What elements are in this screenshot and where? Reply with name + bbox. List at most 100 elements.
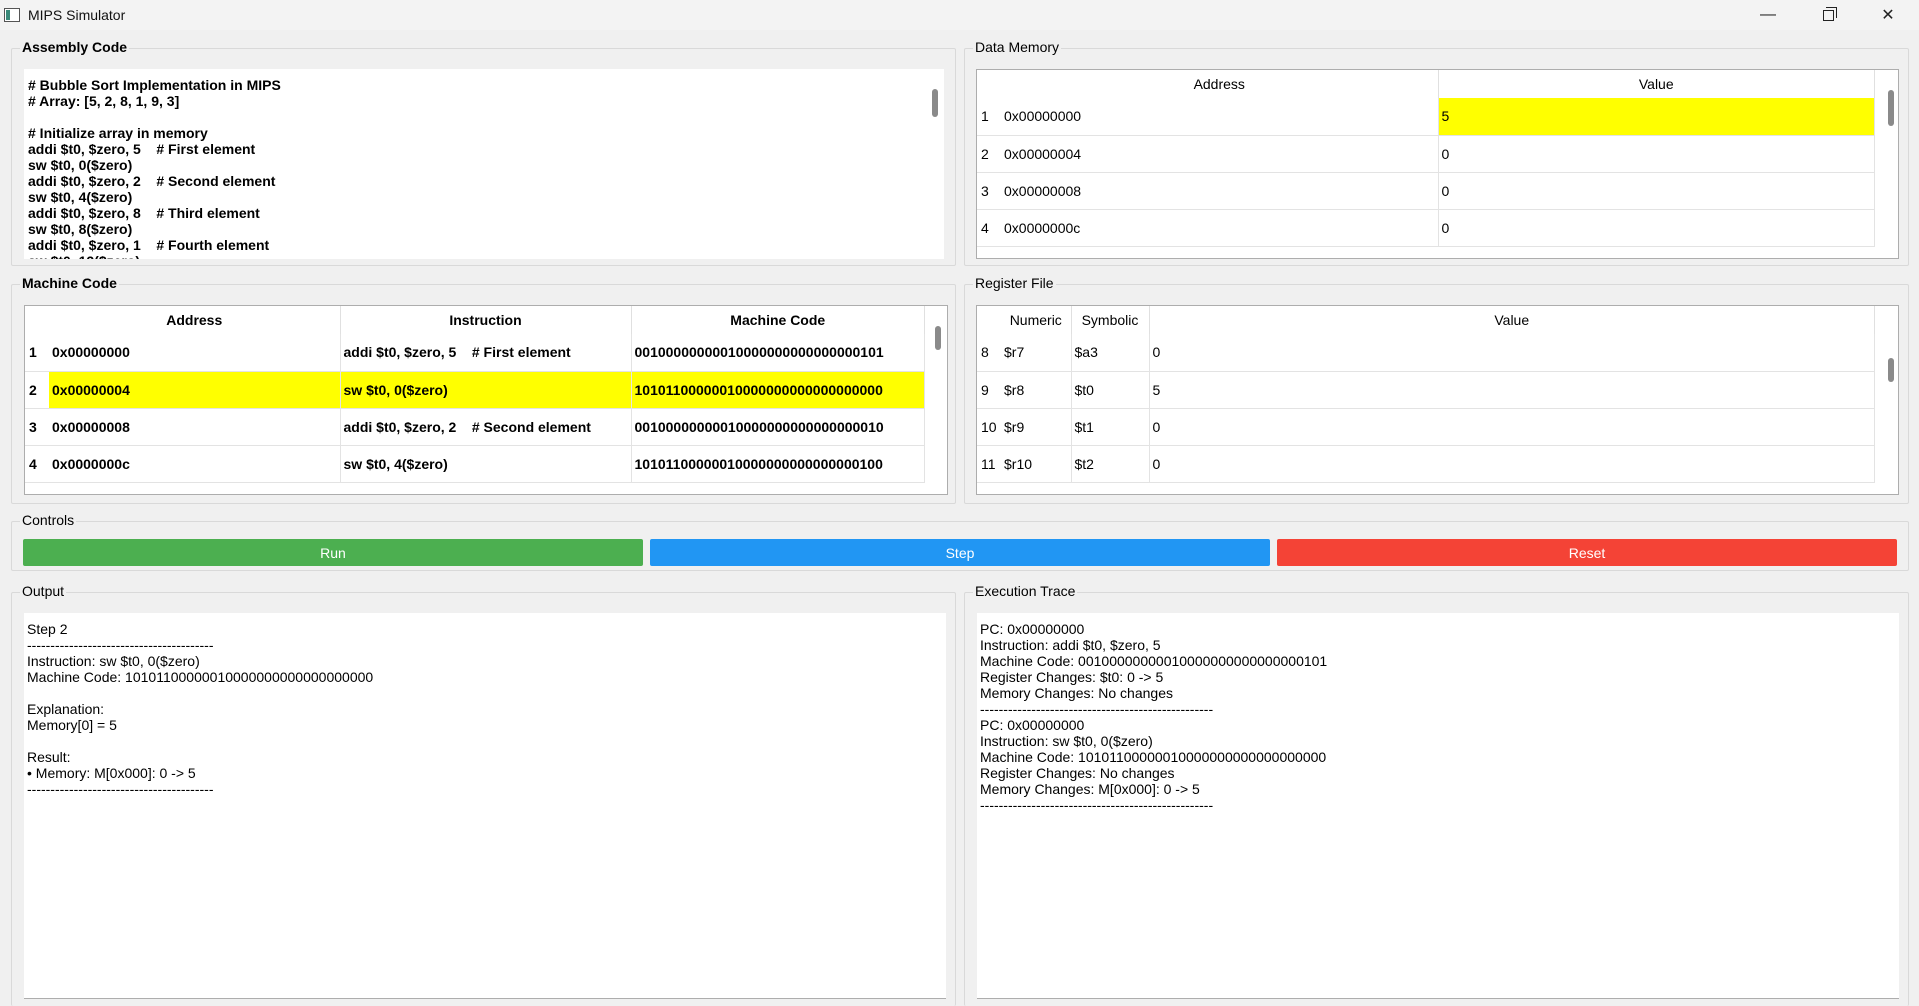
output-line: Machine Code: 10101100000010000000000000… [27,669,374,685]
table-row[interactable]: 4 0x0000000c 0 [977,209,1875,247]
register-symbolic-cell[interactable]: $t1 [1071,408,1150,446]
register-numeric-cell[interactable]: $r9 [1001,408,1072,446]
table-row[interactable]: 11 $r10 $t2 0 [977,445,1875,483]
run-button[interactable]: Run [23,539,643,566]
output-group: Output Step 2 ---------------------------… [11,582,956,1006]
table-row[interactable]: 3 0x00000008 0 [977,172,1875,210]
memory-address-cell[interactable]: 0x00000008 [1001,172,1439,210]
assembly-line: addi $t0, $zero, 5 # First element [28,141,256,157]
restore-button[interactable] [1800,0,1856,30]
memory-value-cell[interactable]: 0 [1438,209,1875,247]
register-file-scrollbar[interactable] [1888,358,1894,382]
row-number[interactable]: 8 [977,334,1001,372]
table-row[interactable]: 8 $r7 $a3 0 [977,334,1875,372]
table-row[interactable]: 2 0x00000004 sw $t0, 0($zero) 1010110000001… [25,371,925,409]
output-text: Step 2 ----------------------------------… [27,621,373,797]
assembly-scrollbar[interactable] [932,89,938,117]
close-icon: ✕ [1881,7,1895,24]
output-line: ---------------------------------------- [27,781,214,797]
row-number[interactable]: 1 [25,334,49,372]
step-button[interactable]: Step [650,539,1270,566]
instruction-cell[interactable]: sw $t0, 4($zero) [340,445,632,483]
column-header-instruction[interactable]: Instruction [340,306,632,334]
table-row[interactable]: 10 $r9 $t1 0 [977,408,1875,446]
register-symbolic-cell[interactable]: $t2 [1071,445,1150,483]
register-value-cell[interactable]: 5 [1149,371,1875,409]
address-cell[interactable]: 0x00000004 [49,371,341,409]
column-header-address[interactable]: Address [1001,70,1439,98]
execution-trace-group: Execution Trace PC: 0x00000000 Instructio… [964,582,1909,1006]
output-line: • Memory: M[0x000]: 0 -> 5 [27,765,196,781]
column-header-address[interactable]: Address [49,306,341,334]
assembly-line: # Bubble Sort Implementation in MIPS [28,77,281,93]
machine-code-table: Address Instruction Machine Code 1 0x0000… [24,305,948,495]
register-numeric-cell[interactable]: $r10 [1001,445,1072,483]
row-number[interactable]: 3 [977,172,1001,210]
row-number[interactable]: 10 [977,408,1001,446]
row-number[interactable]: 2 [977,135,1001,173]
output-line: ---------------------------------------- [27,637,214,653]
minimize-button[interactable]: — [1740,0,1796,30]
table-row[interactable]: 1 0x00000000 addi $t0, $zero, 5 # First el… [25,334,925,372]
row-number[interactable]: 11 [977,445,1001,483]
machine-code-cell[interactable]: 00100000000010000000000000000101 [631,334,925,372]
column-header-numeric[interactable]: Numeric [1001,306,1072,334]
output-line: Step 2 [27,621,68,637]
memory-value-cell[interactable]: 0 [1438,135,1875,173]
row-number[interactable]: 1 [977,98,1001,136]
column-header-machine-code[interactable]: Machine Code [631,306,925,334]
assembly-line: sw $t0, 0($zero) [28,157,133,173]
instruction-cell[interactable]: addi $t0, $zero, 5 # First element [340,334,632,372]
trace-line: Register Changes: No changes [980,765,1175,781]
row-number[interactable]: 9 [977,371,1001,409]
table-row[interactable]: 9 $r8 $t0 5 [977,371,1875,409]
assembly-line: addi $t0, $zero, 1 # Fourth element [28,237,270,253]
execution-trace-text-area[interactable]: PC: 0x00000000 Instruction: addi $t0, $ze… [977,613,1899,999]
register-numeric-cell[interactable]: $r8 [1001,371,1072,409]
register-symbolic-cell[interactable]: $t0 [1071,371,1150,409]
machine-code-cell[interactable]: 00100000000010000000000000000010 [631,408,925,446]
output-line: Result: [27,749,71,765]
trace-line: Memory Changes: No changes [980,685,1173,701]
column-header-value[interactable]: Value [1438,70,1875,98]
machine-code-group: Machine Code Address Instruction Machine… [11,274,956,504]
memory-address-cell[interactable]: 0x00000000 [1001,98,1439,136]
machine-code-cell[interactable]: 10101100000010000000000000000000 [631,371,925,409]
memory-value-cell[interactable]: 0 [1438,172,1875,210]
output-text-area[interactable]: Step 2 ----------------------------------… [24,613,946,999]
instruction-cell[interactable]: sw $t0, 0($zero) [340,371,632,409]
row-number[interactable]: 3 [25,408,49,446]
memory-value-cell[interactable]: 5 [1438,98,1875,136]
register-numeric-cell[interactable]: $r7 [1001,334,1072,372]
address-cell[interactable]: 0x0000000c [49,445,341,483]
row-number[interactable]: 4 [977,209,1001,247]
table-row[interactable]: 3 0x00000008 addi $t0, $zero, 2 # Second e… [25,408,925,446]
memory-address-cell[interactable]: 0x0000000c [1001,209,1439,247]
table-row[interactable]: 4 0x0000000c sw $t0, 4($zero) 1010110000001… [25,445,925,483]
register-value-cell[interactable]: 0 [1149,334,1875,372]
reset-button[interactable]: Reset [1277,539,1897,566]
close-button[interactable]: ✕ [1860,0,1916,30]
row-number[interactable]: 4 [25,445,49,483]
register-value-cell[interactable]: 0 [1149,445,1875,483]
row-number[interactable]: 2 [25,371,49,409]
instruction-cell[interactable]: addi $t0, $zero, 2 # Second element [340,408,632,446]
column-header-symbolic[interactable]: Symbolic [1071,306,1150,334]
address-cell[interactable]: 0x00000008 [49,408,341,446]
execution-trace-text: PC: 0x00000000 Instruction: addi $t0, $ze… [980,621,1327,813]
column-header-value[interactable]: Value [1149,306,1875,334]
assembly-line: addi $t0, $zero, 8 # Third element [28,205,260,221]
register-symbolic-cell[interactable]: $a3 [1071,334,1150,372]
table-row[interactable]: 2 0x00000004 0 [977,135,1875,173]
machine-code-scrollbar[interactable] [935,326,941,350]
address-cell[interactable]: 0x00000000 [49,334,341,372]
register-file-title: Register File [973,274,1056,292]
data-memory-scrollbar[interactable] [1888,90,1894,126]
register-value-cell[interactable]: 0 [1149,408,1875,446]
trace-line: Machine Code: 10101100000010000000000000… [980,749,1327,765]
assembly-editor[interactable]: # Bubble Sort Implementation in MIPS # Ar… [24,69,944,259]
memory-address-cell[interactable]: 0x00000004 [1001,135,1439,173]
machine-code-cell[interactable]: 10101100000010000000000000000100 [631,445,925,483]
table-row[interactable]: 1 0x00000000 5 [977,98,1875,136]
assembly-line: sw $t0, 8($zero) [28,221,133,237]
